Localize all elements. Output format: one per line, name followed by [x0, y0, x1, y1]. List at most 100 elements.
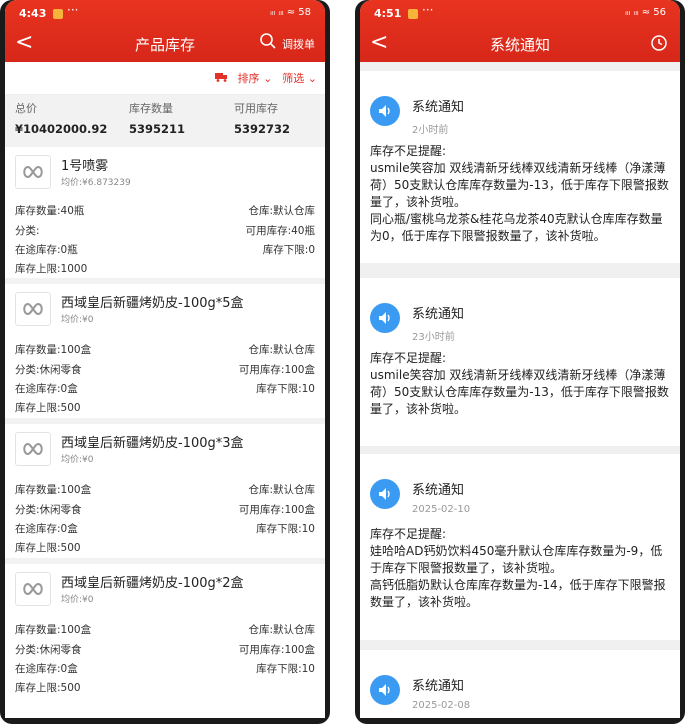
notifications-screen: 4:51 ··· ᵢₗₗ ᵢₗₗ ≈ 56 < 系统通知 系统通知 2小时前 库… [360, 0, 680, 718]
notification-time: 23小时前 [412, 332, 455, 343]
filter-button[interactable]: 筛选 ⌄ [282, 70, 317, 86]
total-price-value: ¥10402000.92 [15, 122, 108, 136]
nav-bar: < 产品库存 调拨单 [5, 28, 325, 62]
category: 分类:休闲零食 [15, 364, 82, 376]
category: 分类: [15, 225, 40, 237]
stock-qty-value: 5395211 [129, 122, 186, 136]
stock-upper-limit: 库存上限:500 [15, 402, 81, 414]
notification-title: 系统通知 [412, 307, 465, 322]
stock-qty: 库存数量:100盒 [15, 484, 92, 496]
notification-title: 系统通知 [412, 483, 465, 498]
product-name: 西域皇后新疆烤奶皮-100g*3盒 [61, 436, 244, 451]
notification-body: 库存不足提醒: usmile笑容加 双线清新牙线棒双线清新牙线棒（净漾薄荷）50… [370, 351, 669, 416]
more-dots-icon: ··· [67, 3, 79, 17]
notification-time: 2025-02-10 [412, 504, 471, 515]
truck-icon [214, 72, 228, 85]
in-transit-stock: 在途库存:0盒 [15, 523, 78, 535]
product-name: 西域皇后新疆烤奶皮-100g*5盒 [61, 296, 244, 311]
more-dots-icon: ··· [422, 3, 434, 17]
status-time: 4:43 [19, 7, 47, 20]
available-stock-label: 可用库存 [234, 102, 278, 115]
product-avg-price: 均价:¥0 [61, 455, 94, 465]
notification-body: 库存不足提醒: usmile笑容加 双线清新牙线棒双线清新牙线棒（净漾薄荷）50… [370, 144, 669, 243]
speaker-icon [370, 479, 400, 509]
stock-qty: 库存数量:40瓶 [15, 205, 85, 217]
in-transit-stock: 在途库存:0盒 [15, 663, 78, 675]
phone-inventory: 4:43 ··· ᵢₗₗ ᵢₗₗ ≈ 58 < 产品库存 调拨单 排序 ⌄ 筛选… [0, 0, 330, 724]
available-stock-value: 5392732 [234, 122, 291, 136]
stock-upper-limit: 库存上限:500 [15, 682, 81, 694]
product-avg-price: 均价:¥6.873239 [61, 178, 131, 188]
sort-button[interactable]: 排序 ⌄ [238, 70, 273, 86]
page-title: 系统通知 [489, 36, 550, 54]
stock-qty: 库存数量:100盒 [15, 624, 92, 636]
search-icon[interactable] [259, 32, 277, 54]
stock-lower-limit: 库存下限:10 [256, 663, 315, 675]
total-price-label: 总价 [15, 102, 37, 115]
product-card[interactable]: 西域皇后新疆烤奶皮-100g*5盒 均价:¥0 库存数量:100盒 仓库:默认仓库… [5, 278, 325, 418]
notification-card[interactable]: 系统通知 2小时前 库存不足提醒: usmile笑容加 双线清新牙线棒双线清新牙… [360, 71, 680, 263]
product-card[interactable]: 西域皇后新疆烤奶皮-100g*2盒 均价:¥0 库存数量:100盒 仓库:默认仓库… [5, 558, 325, 718]
filter-label: 筛选 [282, 72, 305, 85]
product-placeholder-icon [15, 572, 51, 606]
product-avg-price: 均价:¥0 [61, 595, 94, 605]
header-bar: 4:43 ··· ᵢₗₗ ᵢₗₗ ≈ 58 < 产品库存 调拨单 [5, 0, 325, 62]
stock-lower-limit: 库存下限:10 [256, 383, 315, 395]
notification-time: 2小时前 [412, 125, 449, 136]
notification-time: 2025-02-08 [412, 700, 471, 711]
product-placeholder-icon [15, 155, 51, 189]
stock-upper-limit: 库存上限:500 [15, 542, 81, 554]
product-card[interactable]: 1号喷雾 均价:¥6.873239 库存数量:40瓶 仓库:默认仓库 分类: 可用库… [5, 141, 325, 278]
page-title: 产品库存 [134, 36, 195, 54]
notification-icon [53, 9, 63, 19]
stock-lower-limit: 库存下限:10 [256, 523, 315, 535]
product-placeholder-icon [15, 432, 51, 466]
category: 分类:休闲零食 [15, 504, 82, 516]
available-stock: 可用库存:100盒 [238, 504, 315, 516]
notification-card[interactable]: 系统通知 23小时前 库存不足提醒: usmile笑容加 双线清新牙线棒双线清新… [360, 278, 680, 446]
sort-label: 排序 [237, 72, 260, 85]
header-bar: 4:51 ··· ᵢₗₗ ᵢₗₗ ≈ 56 < 系统通知 [360, 0, 680, 62]
sort-filter-bar: 排序 ⌄ 筛选 ⌄ [5, 62, 325, 95]
warehouse: 仓库:默认仓库 [248, 205, 315, 217]
status-bar: 4:43 ··· ᵢₗₗ ᵢₗₗ ≈ 58 [5, 0, 325, 28]
status-time: 4:51 [374, 7, 402, 20]
warehouse: 仓库:默认仓库 [248, 624, 315, 636]
transfer-order-button[interactable]: 调拨单 [282, 36, 315, 52]
inventory-screen: 4:43 ··· ᵢₗₗ ᵢₗₗ ≈ 58 < 产品库存 调拨单 排序 ⌄ 筛选… [5, 0, 325, 718]
in-transit-stock: 在途库存:0瓶 [15, 244, 78, 256]
category: 分类:休闲零食 [15, 644, 82, 656]
speaker-icon [370, 303, 400, 333]
notification-card[interactable]: 系统通知 2025-02-10 库存不足提醒: 娃哈哈AD钙奶饮料450毫升默认… [360, 454, 680, 640]
stock-qty-label: 库存数量 [129, 102, 173, 115]
phone-notifications: 4:51 ··· ᵢₗₗ ᵢₗₗ ≈ 56 < 系统通知 系统通知 2小时前 库… [355, 0, 685, 724]
chevron-down-icon: ⌄ [307, 72, 317, 85]
notification-title: 系统通知 [412, 100, 465, 115]
stock-upper-limit: 库存上限:1000 [15, 263, 88, 275]
signal-battery-icon: ᵢₗₗ ᵢₗₗ ≈ 56 [625, 7, 666, 18]
notification-body: 库存不足提醒: 娃哈哈AD钙奶饮料450毫升默认仓库库存数量为-9，低于库存下限… [370, 527, 666, 609]
available-stock: 可用库存:100盒 [238, 364, 315, 376]
speaker-icon [370, 675, 400, 705]
nav-bar: < 系统通知 [360, 28, 680, 62]
product-card[interactable]: 西域皇后新疆烤奶皮-100g*3盒 均价:¥0 库存数量:100盒 仓库:默认仓库… [5, 418, 325, 558]
home-indicator[interactable] [105, 714, 215, 717]
product-avg-price: 均价:¥0 [61, 315, 94, 325]
stock-qty: 库存数量:100盒 [15, 344, 92, 356]
home-indicator[interactable] [460, 714, 570, 717]
signal-battery-icon: ᵢₗₗ ᵢₗₗ ≈ 58 [270, 7, 311, 18]
notification-list[interactable]: 系统通知 2小时前 库存不足提醒: usmile笑容加 双线清新牙线棒双线清新牙… [360, 62, 680, 718]
product-placeholder-icon [15, 292, 51, 326]
clock-icon[interactable] [650, 34, 668, 56]
product-name: 1号喷雾 [61, 159, 109, 174]
warehouse: 仓库:默认仓库 [248, 484, 315, 496]
warehouse: 仓库:默认仓库 [248, 344, 315, 356]
notification-title: 系统通知 [412, 679, 465, 694]
inventory-summary: 总价 ¥10402000.92 库存数量 5395211 可用库存 539273… [5, 95, 325, 141]
stock-lower-limit: 库存下限:0 [262, 244, 315, 256]
notification-card[interactable]: 系统通知 2025-02-08 [360, 650, 680, 718]
available-stock: 可用库存:40瓶 [245, 225, 315, 237]
status-bar: 4:51 ··· ᵢₗₗ ᵢₗₗ ≈ 56 [360, 0, 680, 28]
available-stock: 可用库存:100盒 [238, 644, 315, 656]
notification-icon [408, 9, 418, 19]
